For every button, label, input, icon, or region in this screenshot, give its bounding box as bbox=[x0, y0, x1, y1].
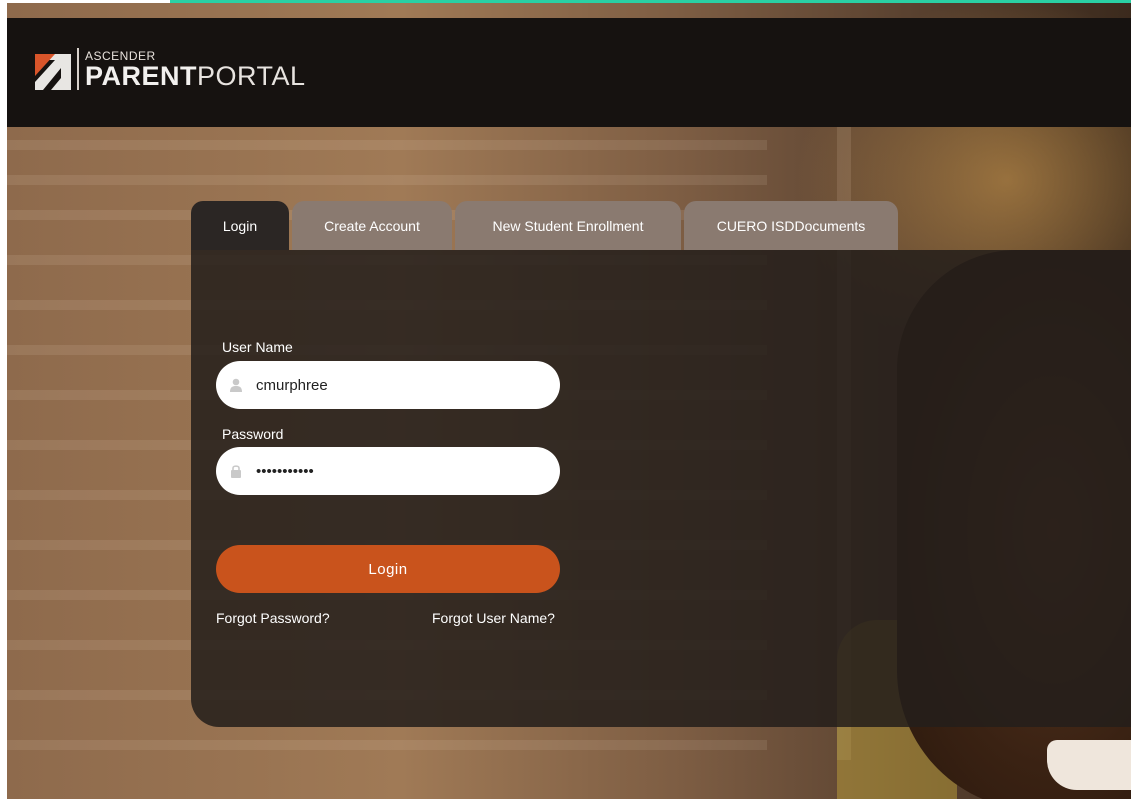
password-label: Password bbox=[222, 426, 284, 442]
login-button[interactable]: Login bbox=[216, 545, 560, 593]
brand-light-text: PORTAL bbox=[197, 61, 306, 91]
user-icon bbox=[230, 378, 242, 392]
top-edge bbox=[0, 0, 170, 3]
ascender-logo-icon bbox=[35, 54, 71, 90]
tab-create-account[interactable]: Create Account bbox=[292, 201, 452, 250]
header-bar: ASCENDER PARENTPORTAL bbox=[7, 18, 1131, 127]
ascender-parent-portal-logo[interactable]: ASCENDER PARENTPORTAL bbox=[35, 48, 306, 90]
loading-accent-bar bbox=[170, 0, 1131, 3]
forgot-username-link[interactable]: Forgot User Name? bbox=[432, 610, 555, 626]
password-value: ••••••••••• bbox=[256, 462, 314, 480]
username-value: cmurphree bbox=[256, 376, 328, 394]
tab-cuero-isd-documents[interactable]: CUERO ISDDocuments bbox=[684, 201, 898, 250]
tab-login[interactable]: Login bbox=[191, 201, 289, 250]
username-label: User Name bbox=[222, 339, 293, 355]
password-field[interactable]: ••••••••••• bbox=[216, 447, 560, 495]
tab-bar: Login Create Account New Student Enrollm… bbox=[191, 201, 901, 250]
window-edge bbox=[0, 0, 7, 799]
brand-name: PARENTPORTAL bbox=[85, 63, 306, 90]
forgot-password-link[interactable]: Forgot Password? bbox=[216, 610, 330, 626]
lock-icon bbox=[231, 465, 241, 478]
brand-bold-text: PARENT bbox=[85, 61, 198, 91]
logo-divider bbox=[77, 48, 79, 90]
tab-new-student-enrollment[interactable]: New Student Enrollment bbox=[455, 201, 681, 250]
username-field[interactable]: cmurphree bbox=[216, 361, 560, 409]
